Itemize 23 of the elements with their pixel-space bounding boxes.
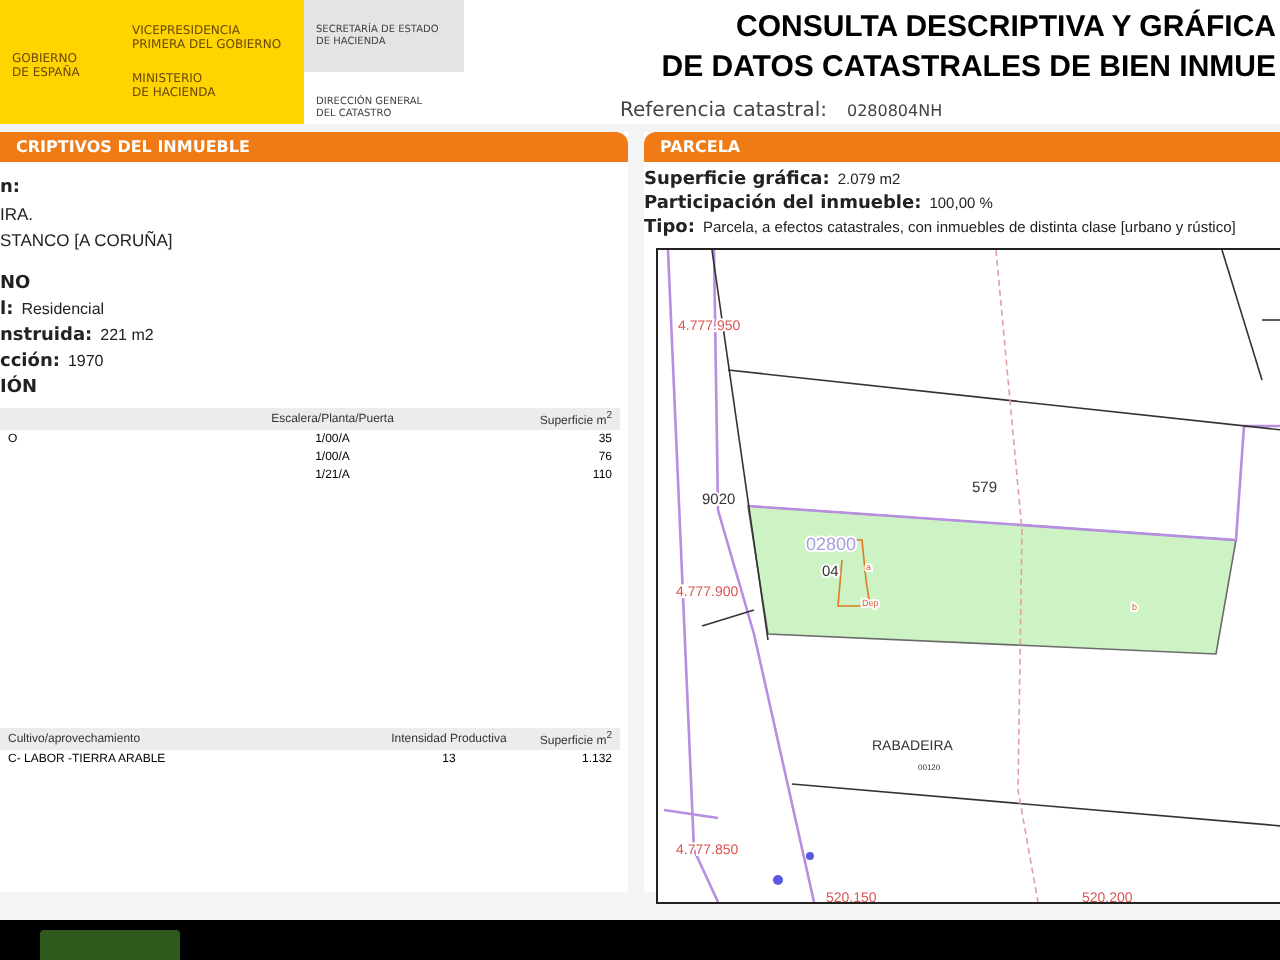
field-label: Superficie gráfica: bbox=[644, 170, 830, 190]
field-label: nstruida: bbox=[0, 326, 93, 346]
thumbnail-placeholder bbox=[40, 930, 180, 960]
point-marker bbox=[773, 875, 783, 885]
page-title: CONSULTA DESCRIPTIVA Y GRÁFICA DE DATOS CATASTRALES DE BIEN INMUE bbox=[659, 8, 1278, 88]
field-label: IÓN bbox=[0, 378, 38, 398]
point-marker bbox=[806, 852, 814, 860]
field-label: NO bbox=[0, 274, 31, 294]
field-value: 221 m2 bbox=[100, 326, 154, 344]
field-label: cción: bbox=[0, 352, 60, 372]
reference-label: Referencia catastral: bbox=[620, 100, 827, 122]
map-label: 02800 bbox=[806, 534, 857, 554]
field-label: Participación del inmueble: bbox=[644, 194, 922, 214]
field-label: n: bbox=[0, 178, 21, 198]
field-value: 1970 bbox=[67, 352, 104, 370]
reference-value: 0280804NH bbox=[846, 102, 943, 120]
field-value: IRA. bbox=[0, 204, 34, 224]
field-label: Tipo: bbox=[644, 218, 695, 238]
field-value: Residencial bbox=[21, 300, 105, 318]
section-header: CRIPTIVOS DEL INMUEBLE bbox=[0, 132, 628, 162]
field-label: l: bbox=[0, 300, 14, 320]
section-header: PARCELA bbox=[644, 132, 1280, 162]
field-value: STANCO [A CORUÑA] bbox=[0, 230, 173, 250]
